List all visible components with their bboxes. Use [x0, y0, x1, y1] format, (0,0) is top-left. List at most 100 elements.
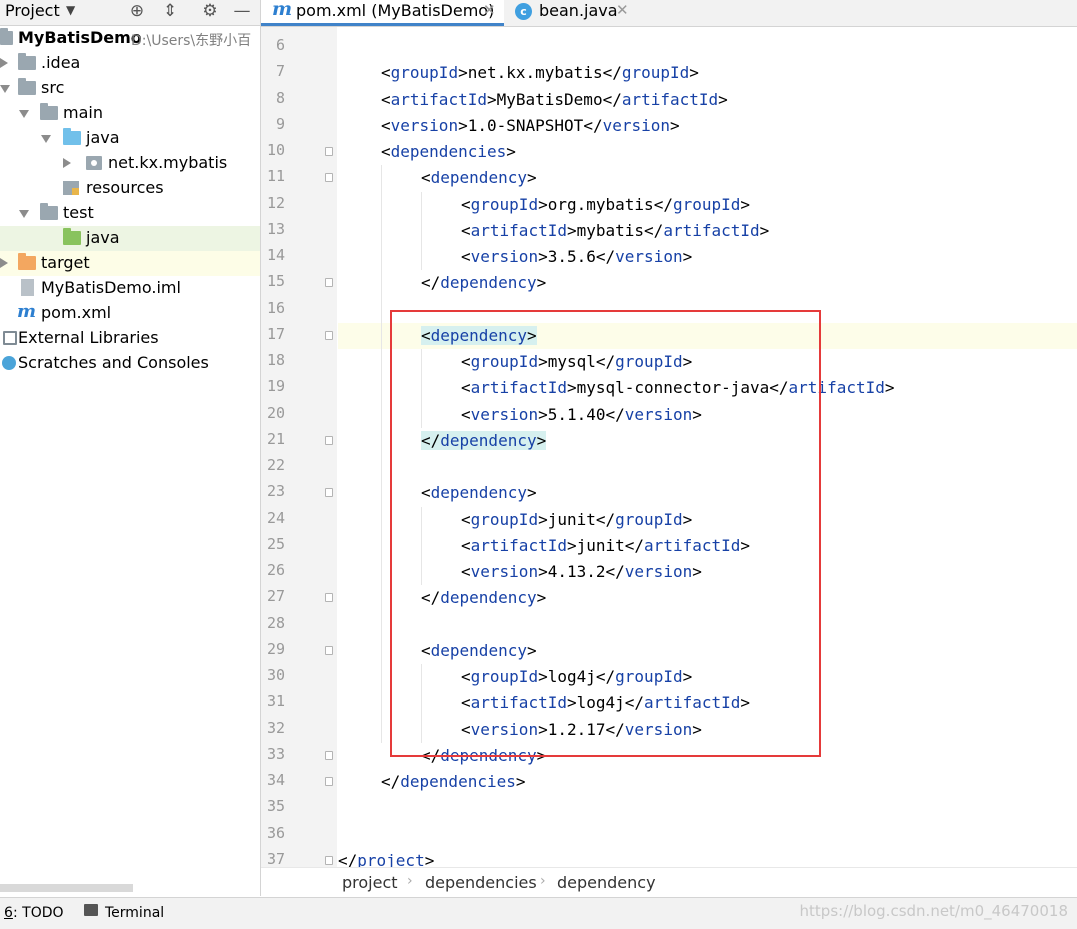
- line-number: 11: [266, 167, 285, 186]
- terminal-icon[interactable]: [84, 904, 98, 916]
- chevron-right-icon[interactable]: [0, 258, 8, 268]
- close-icon[interactable]: ✕: [616, 1, 629, 19]
- todo-tool-button[interactable]: : TODO: [13, 905, 64, 921]
- code-line: <dependencies>: [381, 142, 516, 161]
- chevron-down-icon[interactable]: [19, 210, 29, 218]
- line-number: 26: [266, 561, 285, 579]
- tree-item-pom[interactable]: m pom.xml: [0, 301, 260, 326]
- fold-marker-icon[interactable]: [325, 435, 333, 445]
- scratches-icon: [2, 356, 16, 370]
- breadcrumb-item-dependency[interactable]: dependency: [557, 873, 656, 892]
- folder-icon: [18, 78, 36, 95]
- fold-marker-icon[interactable]: [325, 855, 333, 865]
- line-number: 23: [266, 482, 285, 501]
- tree-item-label: java: [86, 228, 120, 247]
- code-line: <artifactId>mybatis</artifactId>: [461, 220, 770, 240]
- line-number: 15: [266, 272, 285, 291]
- line-number: 8: [275, 88, 285, 107]
- module-path-hint: D:\Users\东野小百: [131, 33, 252, 49]
- collapse-all-icon[interactable]: ⇕: [159, 0, 181, 24]
- tree-item-label: External Libraries: [18, 328, 159, 347]
- line-number: 35: [266, 797, 285, 816]
- tab-pom-xml[interactable]: m pom.xml (MyBatisDemo) ✕: [261, 0, 504, 26]
- line-number: 30: [266, 666, 285, 684]
- line-number: 18: [266, 351, 285, 369]
- horizontal-scrollbar[interactable]: [0, 884, 133, 892]
- code-line: <groupId>net.kx.mybatis</groupId>: [381, 63, 699, 83]
- status-bar: 6 : TODO Terminal https://blog.csdn.net/…: [0, 897, 1077, 929]
- fold-marker-icon[interactable]: [325, 488, 333, 498]
- tree-item-idea[interactable]: .idea: [0, 51, 260, 76]
- chevron-down-icon[interactable]: [0, 85, 10, 93]
- project-view-selector[interactable]: Project: [5, 1, 60, 20]
- line-number: 33: [266, 744, 285, 763]
- tree-item-label: java: [86, 128, 120, 147]
- tree-item-resources[interactable]: resources: [0, 176, 260, 201]
- java-class-icon: c: [515, 3, 532, 20]
- code-line: <artifactId>MyBatisDemo</artifactId>: [381, 89, 728, 109]
- tab-label: pom.xml (MyBatisDemo): [296, 1, 495, 20]
- tree-item-main[interactable]: main: [0, 101, 260, 126]
- test-folder-icon: [63, 228, 81, 245]
- chevron-down-icon[interactable]: ▼: [66, 3, 75, 17]
- tree-item-label: src: [41, 78, 65, 97]
- fold-marker-icon[interactable]: [325, 645, 333, 655]
- annotation-red-box: [390, 310, 821, 757]
- line-number: 31: [266, 692, 285, 711]
- line-number: 34: [266, 771, 285, 789]
- tree-item-src[interactable]: src: [0, 76, 260, 101]
- tree-item-label: resources: [86, 178, 164, 197]
- line-number: 13: [266, 219, 285, 238]
- fold-marker-icon[interactable]: [325, 330, 333, 340]
- todo-shortcut-number[interactable]: 6: [4, 905, 13, 921]
- module-folder-icon: [0, 28, 13, 45]
- line-number-gutter[interactable]: 6 7 8 9 10 11 12 13 14 15 16 17 18 19 20 21 22 23 24 25 26 27…: [261, 27, 337, 868]
- tree-item-test-java[interactable]: java: [0, 226, 260, 251]
- code-line: <version>3.5.6</version>: [461, 247, 693, 266]
- chevron-right-icon[interactable]: [0, 58, 8, 68]
- tree-item-label: pom.xml: [41, 303, 112, 322]
- tab-bean-java[interactable]: c bean.java ✕: [504, 0, 634, 26]
- chevron-down-icon[interactable]: [19, 110, 29, 118]
- tree-item-scratches[interactable]: Scratches and Consoles: [0, 351, 260, 376]
- fold-marker-icon[interactable]: [325, 593, 333, 603]
- code-line: <version>1.0-SNAPSHOT</version>: [381, 115, 680, 135]
- tree-item-package[interactable]: net.kx.mybatis: [0, 151, 260, 176]
- tree-item-external-libraries[interactable]: External Libraries: [0, 326, 260, 351]
- tree-item-main-java[interactable]: java: [0, 126, 260, 151]
- breadcrumb: project › dependencies › dependency: [261, 867, 1077, 897]
- tree-item-mybatisdemo[interactable]: MyBatisDemo D:\Users\东野小百: [0, 26, 260, 51]
- line-number: 10: [266, 141, 285, 159]
- chevron-right-icon: ›: [540, 873, 546, 889]
- line-number: 29: [266, 639, 285, 658]
- library-icon: [3, 331, 17, 345]
- fold-marker-icon[interactable]: [325, 173, 333, 183]
- fold-marker-icon[interactable]: [325, 147, 333, 156]
- fold-marker-icon[interactable]: [325, 278, 333, 288]
- chevron-right-icon[interactable]: [63, 158, 71, 168]
- code-line: </dependencies>: [381, 772, 526, 791]
- source-folder-icon: [63, 128, 81, 145]
- fold-marker-icon[interactable]: [325, 750, 333, 760]
- fold-marker-icon[interactable]: [325, 777, 333, 786]
- project-panel-header: Project ▼ ⊕ ⇕ ⚙ —: [0, 0, 260, 26]
- gear-icon[interactable]: ⚙: [199, 0, 221, 24]
- line-number: 25: [266, 534, 285, 553]
- line-number: 27: [266, 587, 285, 606]
- tree-item-iml[interactable]: MyBatisDemo.iml: [0, 276, 260, 301]
- tree-item-test[interactable]: test: [0, 201, 260, 226]
- close-icon[interactable]: ✕: [483, 1, 496, 19]
- chevron-down-icon[interactable]: [41, 135, 51, 143]
- tab-label: bean.java: [539, 1, 618, 20]
- breadcrumb-item-dependencies[interactable]: dependencies: [425, 873, 537, 892]
- tree-item-label: .idea: [41, 53, 81, 72]
- breadcrumb-item-project[interactable]: project: [342, 873, 398, 892]
- code-line: <dependency>: [421, 168, 537, 188]
- locate-icon[interactable]: ⊕: [126, 0, 148, 24]
- minimize-icon[interactable]: —: [231, 0, 253, 24]
- terminal-tool-button[interactable]: Terminal: [105, 905, 164, 921]
- line-number: 14: [266, 246, 285, 264]
- tree-item-target[interactable]: target: [0, 251, 260, 276]
- line-number: 12: [266, 193, 285, 212]
- indent-guide: [421, 191, 422, 271]
